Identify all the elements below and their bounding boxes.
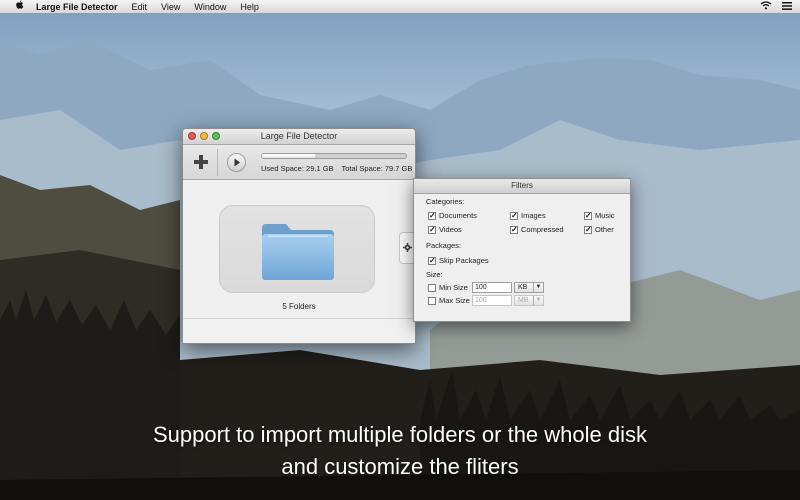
checkbox-images-label: Images [521, 211, 546, 220]
min-size-unit: KB [518, 284, 528, 291]
total-space-text: Total Space: 79.7 GB [341, 164, 413, 173]
caption-line-1: Support to import multiple folders or th… [152, 422, 647, 447]
plus-icon[interactable] [191, 152, 211, 172]
filters-title: Filters [414, 179, 630, 194]
space-info: Used Space: 29.1 GB Total Space: 79.7 GB [261, 164, 415, 173]
caption-line-2: and customize the fliters [281, 454, 519, 479]
menu-bar: Large File Detector Edit View Window Hel… [0, 0, 800, 14]
checkbox-compressed[interactable]: ✓ Compressed [510, 225, 564, 234]
menu-view[interactable]: View [161, 2, 180, 12]
checkbox-box: ✓ [584, 210, 592, 220]
size-label: Size: [426, 270, 443, 279]
used-space-text: Used Space: 29.1 GB [261, 164, 334, 173]
zoom-button[interactable] [212, 132, 220, 140]
max-size-input[interactable]: 100 [472, 295, 512, 306]
menu-window[interactable]: Window [194, 2, 226, 12]
folder-count: 5 Folders [282, 302, 316, 311]
checkbox-box: ✓ [428, 255, 436, 265]
checkbox-skip-packages[interactable]: ✓ Skip Packages [428, 256, 489, 265]
window-content: 5 Folders [183, 180, 415, 343]
play-icon[interactable] [227, 153, 246, 172]
checkbox-compressed-label: Compressed [521, 225, 564, 234]
list-icon[interactable] [782, 1, 792, 12]
progress-fill [262, 154, 316, 158]
min-size-input[interactable]: 100 [472, 282, 512, 293]
gear-icon[interactable] [399, 232, 414, 264]
max-size-label: Max Size [439, 296, 470, 305]
toolbar-separator [217, 149, 218, 176]
wifi-icon[interactable] [760, 1, 772, 12]
max-size-unit: MB [518, 297, 529, 304]
checkbox-box: ✓ [510, 210, 518, 220]
window-bottom-bar [183, 318, 415, 343]
checkbox-min-size[interactable]: Min Size [428, 283, 468, 292]
menu-app-name[interactable]: Large File Detector [36, 2, 118, 12]
checkbox-box: ✓ [428, 210, 436, 220]
checkbox-documents-label: Documents [439, 211, 477, 220]
packages-label: Packages: [426, 241, 462, 250]
min-size-label: Min Size [439, 283, 468, 292]
main-window: Large File Detector Used Space: 29.1 GB … [182, 128, 416, 344]
apple-icon[interactable] [12, 0, 26, 13]
minimize-button[interactable] [200, 132, 208, 140]
min-size-unit-select[interactable]: KB ▼ [514, 282, 544, 293]
chevron-down-icon: ▼ [533, 296, 543, 305]
checkbox-box [428, 296, 436, 305]
menu-help[interactable]: Help [240, 2, 259, 12]
checkbox-box [428, 283, 436, 292]
disk-usage-progress-bar [261, 153, 407, 159]
max-size-unit-select[interactable]: MB ▼ [514, 295, 544, 306]
window-toolbar: Used Space: 29.1 GB Total Space: 79.7 GB [183, 145, 415, 180]
checkbox-music[interactable]: ✓ Music [584, 211, 615, 220]
folder-icon [258, 218, 338, 287]
filters-panel: Filters Categories: ✓ Documents ✓ Images… [413, 178, 631, 322]
checkbox-videos[interactable]: ✓ Videos [428, 225, 462, 234]
folder-drop-zone[interactable] [219, 205, 375, 293]
checkbox-videos-label: Videos [439, 225, 462, 234]
checkbox-skip-packages-label: Skip Packages [439, 256, 489, 265]
categories-label: Categories: [426, 197, 465, 206]
checkbox-box: ✓ [584, 224, 592, 234]
checkbox-box: ✓ [428, 224, 436, 234]
checkbox-images[interactable]: ✓ Images [510, 211, 546, 220]
checkbox-music-label: Music [595, 211, 615, 220]
chevron-down-icon: ▼ [533, 283, 543, 292]
checkbox-other-label: Other [595, 225, 614, 234]
close-button[interactable] [188, 132, 196, 140]
checkbox-box: ✓ [510, 224, 518, 234]
window-titlebar: Large File Detector [183, 129, 415, 145]
checkbox-other[interactable]: ✓ Other [584, 225, 614, 234]
window-title: Large File Detector [260, 131, 338, 141]
checkbox-documents[interactable]: ✓ Documents [428, 211, 477, 220]
menu-edit[interactable]: Edit [132, 2, 148, 12]
checkbox-max-size[interactable]: Max Size [428, 296, 470, 305]
